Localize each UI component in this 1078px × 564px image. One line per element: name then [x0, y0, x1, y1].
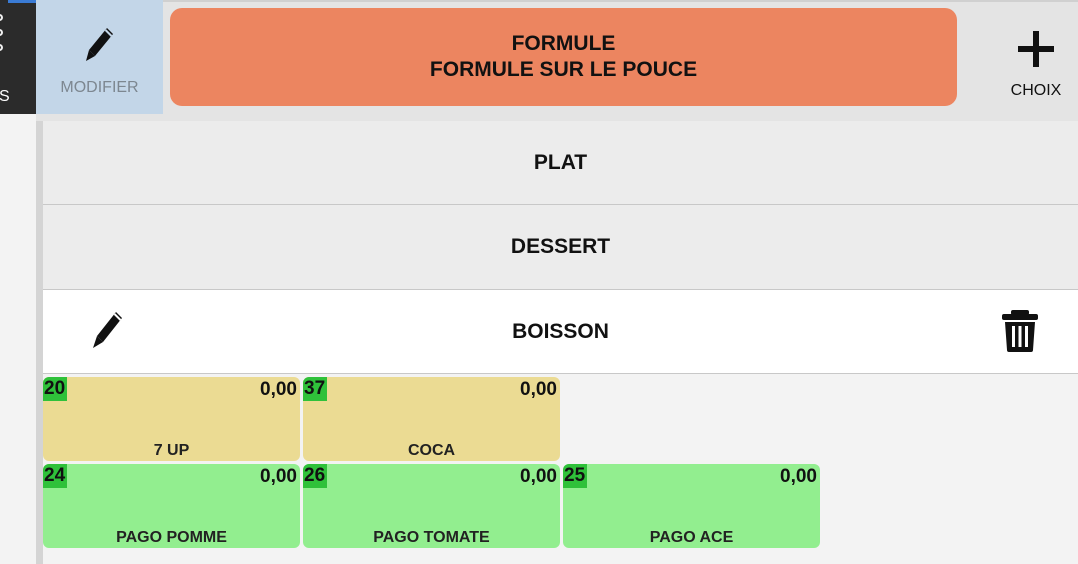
- category-dessert[interactable]: DESSERT: [43, 205, 1078, 290]
- pencil-icon[interactable]: [91, 310, 125, 358]
- product-tile[interactable]: 37 0,00 COCA: [303, 377, 560, 461]
- product-price: 0,00: [780, 466, 817, 487]
- left-rail: [36, 114, 43, 564]
- category-label: BOISSON: [512, 319, 609, 343]
- product-tile[interactable]: 25 0,00 PAGO ACE: [563, 464, 820, 548]
- active-indicator: [8, 0, 36, 3]
- app-root: S MODIFIER FORMULE FORMULE SUR LE POUCE: [0, 0, 1078, 564]
- divider: [36, 0, 1078, 2]
- plus-icon: [1017, 30, 1055, 70]
- product-name: PAGO POMME: [116, 529, 227, 546]
- side-menu-label: S: [0, 88, 10, 105]
- product-code: 26: [303, 464, 328, 488]
- product-code: 24: [43, 464, 68, 488]
- product-code: 20: [43, 377, 68, 401]
- modify-label: MODIFIER: [60, 79, 139, 96]
- pencil-icon: [85, 26, 115, 71]
- product-price: 0,00: [260, 379, 297, 400]
- product-name: PAGO ACE: [649, 529, 734, 546]
- formula-type: FORMULE: [511, 32, 616, 55]
- product-price: 0,00: [260, 466, 297, 487]
- category-plat[interactable]: PLAT: [43, 121, 1078, 205]
- side-menu[interactable]: S: [0, 0, 36, 114]
- product-tile[interactable]: 26 0,00 PAGO TOMATE: [303, 464, 560, 548]
- choice-label: CHOIX: [1010, 82, 1062, 99]
- modify-button[interactable]: MODIFIER: [36, 0, 163, 114]
- category-boisson[interactable]: BOISSON: [43, 290, 1078, 374]
- product-name: COCA: [407, 442, 456, 459]
- product-tile[interactable]: 20 0,00 7 UP: [43, 377, 300, 461]
- formula-name: FORMULE SUR LE POUCE: [429, 58, 698, 81]
- add-choice-button[interactable]: CHOIX: [994, 0, 1078, 114]
- menu-dots-icon[interactable]: [0, 14, 4, 59]
- category-label: PLAT: [533, 150, 588, 174]
- formula-header: MODIFIER FORMULE FORMULE SUR LE POUCE CH…: [36, 0, 1078, 121]
- product-price: 0,00: [520, 379, 557, 400]
- formula-title-button[interactable]: FORMULE FORMULE SUR LE POUCE: [170, 8, 957, 106]
- product-tile[interactable]: 24 0,00 PAGO POMME: [43, 464, 300, 548]
- product-code: 25: [563, 464, 588, 488]
- product-price: 0,00: [520, 466, 557, 487]
- product-name: 7 UP: [153, 442, 190, 459]
- product-code: 37: [303, 377, 328, 401]
- category-label: DESSERT: [510, 235, 611, 258]
- trash-icon[interactable]: [1001, 309, 1039, 359]
- product-name: PAGO TOMATE: [373, 529, 490, 546]
